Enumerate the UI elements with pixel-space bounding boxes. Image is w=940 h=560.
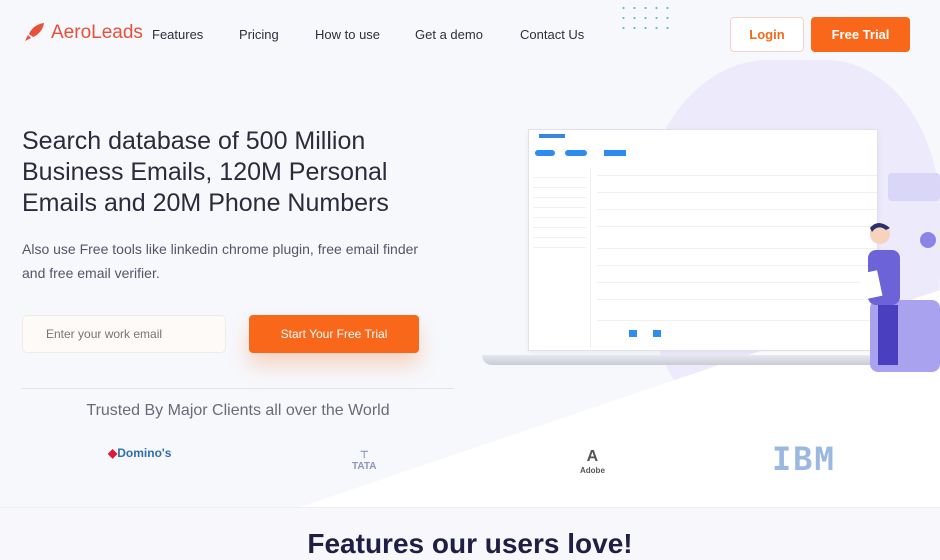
- decorative-dots: [618, 3, 672, 37]
- nav-features[interactable]: Features: [152, 27, 203, 42]
- screenshot-pager: [629, 330, 637, 337]
- ibm-logo: IBM: [772, 440, 836, 478]
- navbar: AeroLeads Features Pricing How to use Ge…: [0, 0, 940, 70]
- start-free-trial-button[interactable]: Start Your Free Trial: [249, 315, 419, 353]
- tata-logo: ⊤ TATA: [352, 450, 377, 472]
- rocket-icon: [25, 23, 44, 41]
- screenshot-row: [597, 282, 877, 283]
- screenshot-row: [597, 209, 877, 210]
- features-title: Features our users love!: [307, 528, 633, 559]
- screenshot-button: [565, 150, 587, 156]
- nav-pricing[interactable]: Pricing: [239, 27, 279, 42]
- laptop-base: [482, 355, 902, 365]
- chat-card-illustration: [888, 173, 940, 201]
- screenshot-row: [597, 248, 877, 249]
- screenshot-filters: [529, 168, 591, 348]
- nav-contact-us[interactable]: Contact Us: [520, 27, 584, 42]
- screenshot-row: [597, 320, 877, 321]
- hero-title: Search database of 500 Million Business …: [22, 127, 389, 217]
- work-email-input[interactable]: [22, 315, 226, 353]
- dominos-logo: ◆Domino's: [108, 446, 172, 460]
- login-button[interactable]: Login: [730, 17, 804, 52]
- hero-subtitle: Also use Free tools like linkedin chrome…: [22, 241, 419, 281]
- screenshot-pager: [653, 330, 661, 337]
- screenshot-row: [597, 226, 877, 227]
- app-screenshot: [528, 129, 878, 351]
- free-trial-button[interactable]: Free Trial: [811, 17, 910, 52]
- brand-name: AeroLeads: [51, 22, 143, 43]
- person-illustration: [860, 223, 900, 365]
- adobe-logo: A Adobe: [580, 448, 605, 475]
- screenshot-row: [597, 192, 877, 193]
- nav-how-to-use[interactable]: How to use: [315, 27, 380, 42]
- screenshot-button: [604, 150, 626, 156]
- screenshot-row: [597, 175, 877, 176]
- logo[interactable]: AeroLeads: [22, 22, 143, 44]
- screenshot-tab: [539, 134, 565, 138]
- trusted-heading: Trusted By Major Clients all over the Wo…: [86, 402, 390, 419]
- screenshot-button: [535, 150, 555, 156]
- divider: [22, 388, 454, 389]
- thumbs-up-icon: [920, 232, 936, 248]
- nav-get-a-demo[interactable]: Get a demo: [415, 27, 483, 42]
- screenshot-row: [597, 265, 877, 266]
- screenshot-row: [597, 299, 877, 300]
